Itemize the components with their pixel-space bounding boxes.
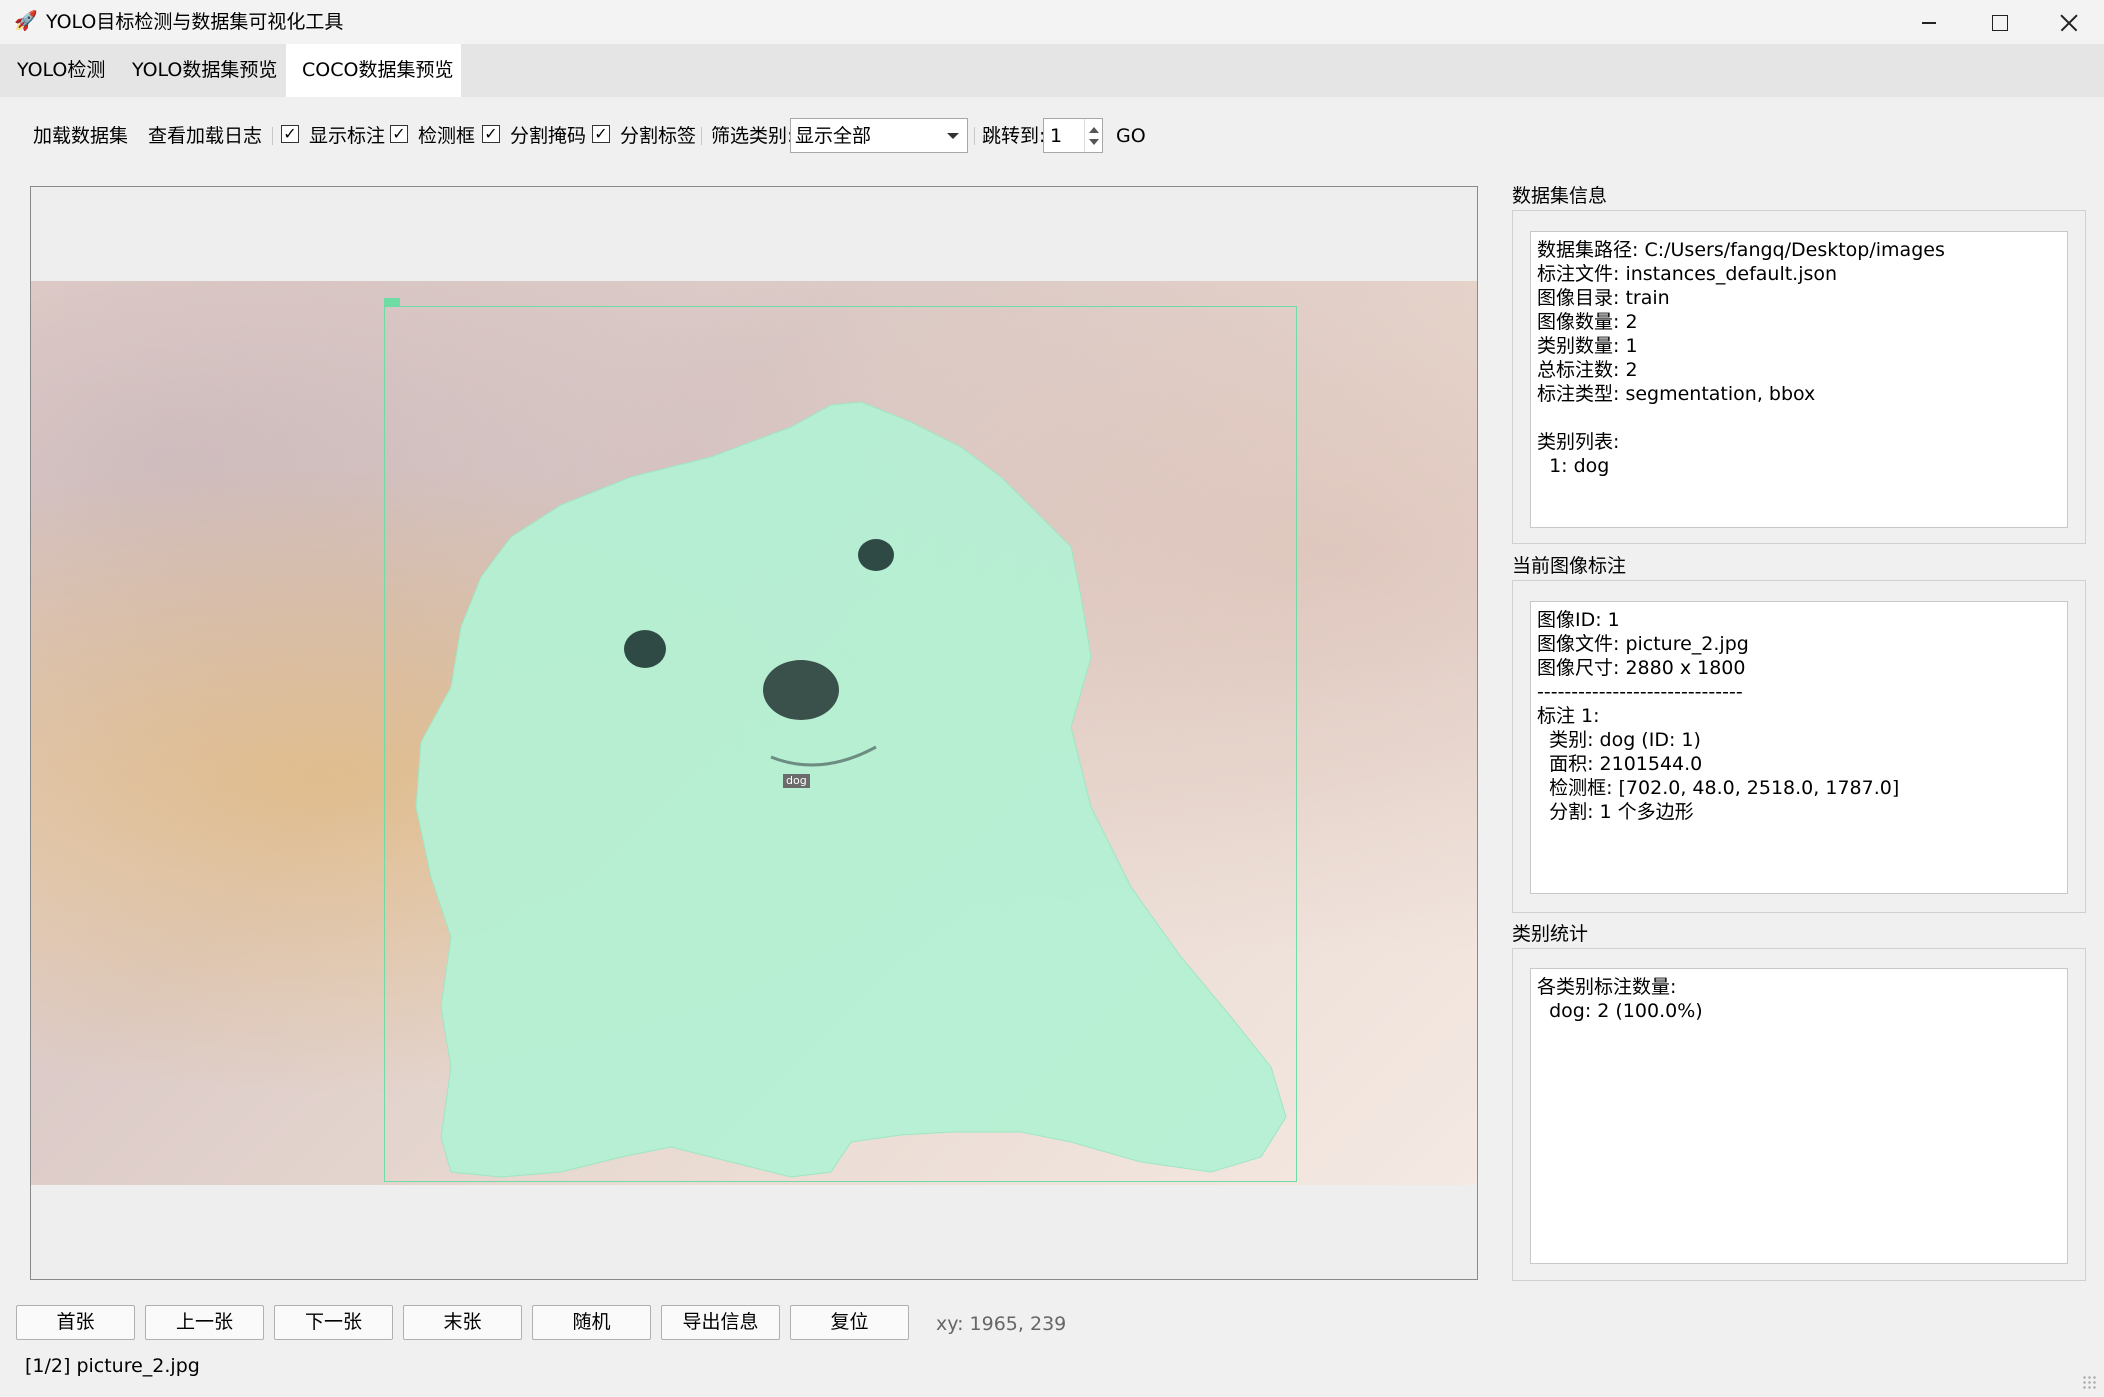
last-image-button[interactable]: 末张 bbox=[403, 1305, 522, 1340]
random-image-button[interactable]: 随机 bbox=[532, 1305, 651, 1340]
toolbar-separator bbox=[701, 127, 702, 145]
rocket-icon: 🚀 bbox=[14, 10, 38, 32]
maximize-button[interactable] bbox=[1963, 0, 2033, 44]
class-stats-text[interactable]: 各类别标注数量: dog: 2 (100.0%) bbox=[1530, 968, 2068, 1264]
stats-line: dog: 2 (100.0%) bbox=[1537, 1000, 1703, 1022]
annotation-line: 图像ID: 1 bbox=[1537, 609, 1620, 631]
annotation-line: ------------------------------ bbox=[1537, 681, 1743, 703]
window-title: YOLO目标检测与数据集可视化工具 bbox=[46, 11, 344, 33]
prev-image-button[interactable]: 上一张 bbox=[145, 1305, 264, 1340]
status-bar: [1/2] picture_2.jpg bbox=[25, 1355, 200, 1377]
minimize-button[interactable] bbox=[1893, 0, 1963, 44]
filter-category-value: 显示全部 bbox=[795, 125, 872, 147]
filter-category-label: 筛选类别: bbox=[711, 125, 794, 147]
goto-label: 跳转到: bbox=[982, 125, 1046, 147]
cursor-coordinates: xy: 1965, 239 bbox=[936, 1313, 1067, 1335]
seg-label-label: 分割标签 bbox=[620, 125, 697, 147]
resize-grip-icon[interactable] bbox=[2082, 1375, 2096, 1389]
filter-category-select[interactable]: 显示全部 bbox=[790, 118, 968, 153]
info-line: 图像目录: train bbox=[1537, 287, 1670, 309]
load-dataset-button[interactable]: 加载数据集 bbox=[33, 124, 128, 148]
title-bar: 🚀 YOLO目标检测与数据集可视化工具 bbox=[0, 0, 2104, 44]
annotation-line: 标注 1: bbox=[1537, 705, 1600, 727]
info-line: 1: dog bbox=[1537, 455, 1610, 477]
annotation-line: 分割: 1 个多边形 bbox=[1537, 801, 1694, 823]
seg-label-checkbox[interactable]: ✓ bbox=[592, 125, 610, 143]
chevron-down-icon bbox=[947, 133, 959, 139]
tab-coco-dataset-preview[interactable]: COCO数据集预览 bbox=[286, 44, 461, 97]
tab-bar: YOLO检测 YOLO数据集预览 COCO数据集预览 bbox=[0, 44, 2104, 97]
info-line: 数据集路径: C:/Users/fangq/Desktop/images bbox=[1537, 239, 1945, 261]
close-button[interactable] bbox=[2034, 0, 2104, 44]
stats-line: 各类别标注数量: bbox=[1537, 976, 1677, 998]
bbox-label: 检测框 bbox=[418, 125, 476, 147]
toolbar-separator bbox=[272, 127, 273, 145]
annotation-line: 检测框: [702.0, 48.0, 2518.0, 1787.0] bbox=[1537, 777, 1900, 799]
segmentation-label: dog bbox=[783, 774, 810, 788]
image-viewer[interactable]: dog bbox=[30, 186, 1478, 1280]
goto-value: 1 bbox=[1050, 125, 1063, 147]
bbox-tag bbox=[384, 298, 400, 306]
export-info-button[interactable]: 导出信息 bbox=[661, 1305, 780, 1340]
annotation-line: 面积: 2101544.0 bbox=[1537, 753, 1703, 775]
toolbar-separator bbox=[974, 127, 975, 145]
annotation-line: 图像尺寸: 2880 x 1800 bbox=[1537, 657, 1746, 679]
current-annotations-group: 图像ID: 1 图像文件: picture_2.jpg 图像尺寸: 2880 x… bbox=[1512, 580, 2086, 913]
info-line bbox=[1537, 406, 2067, 430]
first-image-button[interactable]: 首张 bbox=[16, 1305, 135, 1340]
show-labels-label: 显示标注 bbox=[309, 125, 386, 147]
spin-up-icon[interactable] bbox=[1089, 127, 1099, 133]
dataset-info-title: 数据集信息 bbox=[1512, 185, 1608, 207]
spin-down-icon[interactable] bbox=[1089, 139, 1099, 145]
tab-yolo-dataset-preview[interactable]: YOLO数据集预览 bbox=[116, 44, 293, 97]
class-stats-group: 各类别标注数量: dog: 2 (100.0%) bbox=[1512, 948, 2086, 1281]
info-line: 图像数量: 2 bbox=[1537, 311, 1638, 333]
current-annotations-text[interactable]: 图像ID: 1 图像文件: picture_2.jpg 图像尺寸: 2880 x… bbox=[1530, 601, 2068, 894]
info-line: 类别列表: bbox=[1537, 431, 1620, 453]
detection-bbox bbox=[384, 306, 1297, 1182]
spin-buttons bbox=[1084, 119, 1102, 152]
toolbar: 加载数据集 查看加载日志 ✓ 显示标注 ✓ 检测框 ✓ 分割掩码 ✓ 分割标签 … bbox=[0, 97, 2104, 177]
seg-mask-checkbox[interactable]: ✓ bbox=[482, 125, 500, 143]
dataset-info-text[interactable]: 数据集路径: C:/Users/fangq/Desktop/images 标注文… bbox=[1530, 231, 2068, 528]
class-stats-title: 类别统计 bbox=[1512, 923, 1589, 945]
reset-button[interactable]: 复位 bbox=[790, 1305, 909, 1340]
annotation-line: 类别: dog (ID: 1) bbox=[1537, 729, 1701, 751]
tab-yolo-detect[interactable]: YOLO检测 bbox=[1, 44, 121, 97]
go-button[interactable]: GO bbox=[1116, 124, 1146, 148]
current-annotations-title: 当前图像标注 bbox=[1512, 555, 1627, 577]
info-line: 标注类型: segmentation, bbox bbox=[1537, 383, 1816, 405]
next-image-button[interactable]: 下一张 bbox=[274, 1305, 393, 1340]
view-log-button[interactable]: 查看加载日志 bbox=[148, 124, 262, 148]
bbox-checkbox[interactable]: ✓ bbox=[390, 125, 408, 143]
annotation-line: 图像文件: picture_2.jpg bbox=[1537, 633, 1749, 655]
seg-mask-label: 分割掩码 bbox=[510, 125, 587, 147]
show-labels-checkbox[interactable]: ✓ bbox=[281, 125, 299, 143]
info-line: 类别数量: 1 bbox=[1537, 335, 1638, 357]
dataset-info-group: 数据集路径: C:/Users/fangq/Desktop/images 标注文… bbox=[1512, 210, 2086, 544]
info-line: 标注文件: instances_default.json bbox=[1537, 263, 1838, 285]
info-line: 总标注数: 2 bbox=[1537, 359, 1638, 381]
goto-spinbox[interactable]: 1 bbox=[1043, 118, 1103, 153]
